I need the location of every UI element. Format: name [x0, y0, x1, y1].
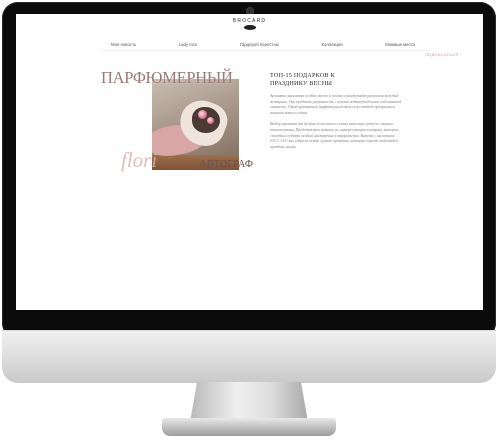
article-paragraph-1: Ароматы занимают особое место в жизни и …	[270, 94, 402, 115]
hero-subtitle: АВТОГРАФ	[199, 159, 254, 170]
rose-icon	[207, 117, 214, 124]
brand-header: BROCARD	[16, 18, 483, 30]
hero-image	[152, 79, 239, 170]
brand-name[interactable]: BROCARD	[16, 18, 483, 24]
brand-logo-icon[interactable]	[243, 25, 256, 30]
article-paragraph-2-end: мы собрали самые лучшие ароматы, которые…	[270, 139, 399, 149]
article-block: ТОП-15 ПОДАРКОВ К ПРАЗДНИКУ ВЕСНЫ Аромат…	[270, 72, 402, 154]
screen: BROCARD Моя новость Lady Ince Гардероб п…	[16, 14, 483, 310]
subscribe-link[interactable]: ПОДПИСАТЬСЯ	[425, 52, 459, 57]
hero-script-text: flori	[121, 148, 158, 172]
article-title[interactable]: ТОП-15 ПОДАРКОВ К ПРАЗДНИКУ ВЕСНЫ	[270, 72, 402, 88]
nav-item-places[interactable]: Мнимые места	[385, 42, 415, 47]
monitor-stand	[190, 382, 308, 422]
nav-item-news[interactable]: Моя новость	[111, 42, 136, 47]
article-title-line-2: ПРАЗДНИКУ ВЕСНЫ	[270, 80, 333, 87]
nav-item-lady[interactable]: Lady Ince	[179, 42, 198, 47]
article-paragraph-2-text: Выбор аромата для будущего весеннего сез…	[270, 122, 399, 138]
rose-icon	[198, 110, 207, 119]
monitor-chin	[2, 330, 496, 383]
hero-title: ПАРФЮМЕРНЫЙ	[101, 68, 233, 87]
main-nav: Моя новость Lady Ince Гардероб перлстны …	[111, 42, 415, 47]
nav-item-wardrobe[interactable]: Гардероб перлстны	[240, 42, 279, 47]
monitor-base	[162, 418, 336, 436]
nav-item-collection[interactable]: Коллекция	[321, 42, 342, 47]
article-title-line-1: ТОП-15 ПОДАРКОВ К	[270, 72, 335, 79]
nav-divider	[101, 50, 431, 51]
article-paragraph-2: Выбор аромата для будущего весеннего сез…	[270, 122, 402, 150]
brocard-link[interactable]: BROCARD	[270, 139, 288, 143]
